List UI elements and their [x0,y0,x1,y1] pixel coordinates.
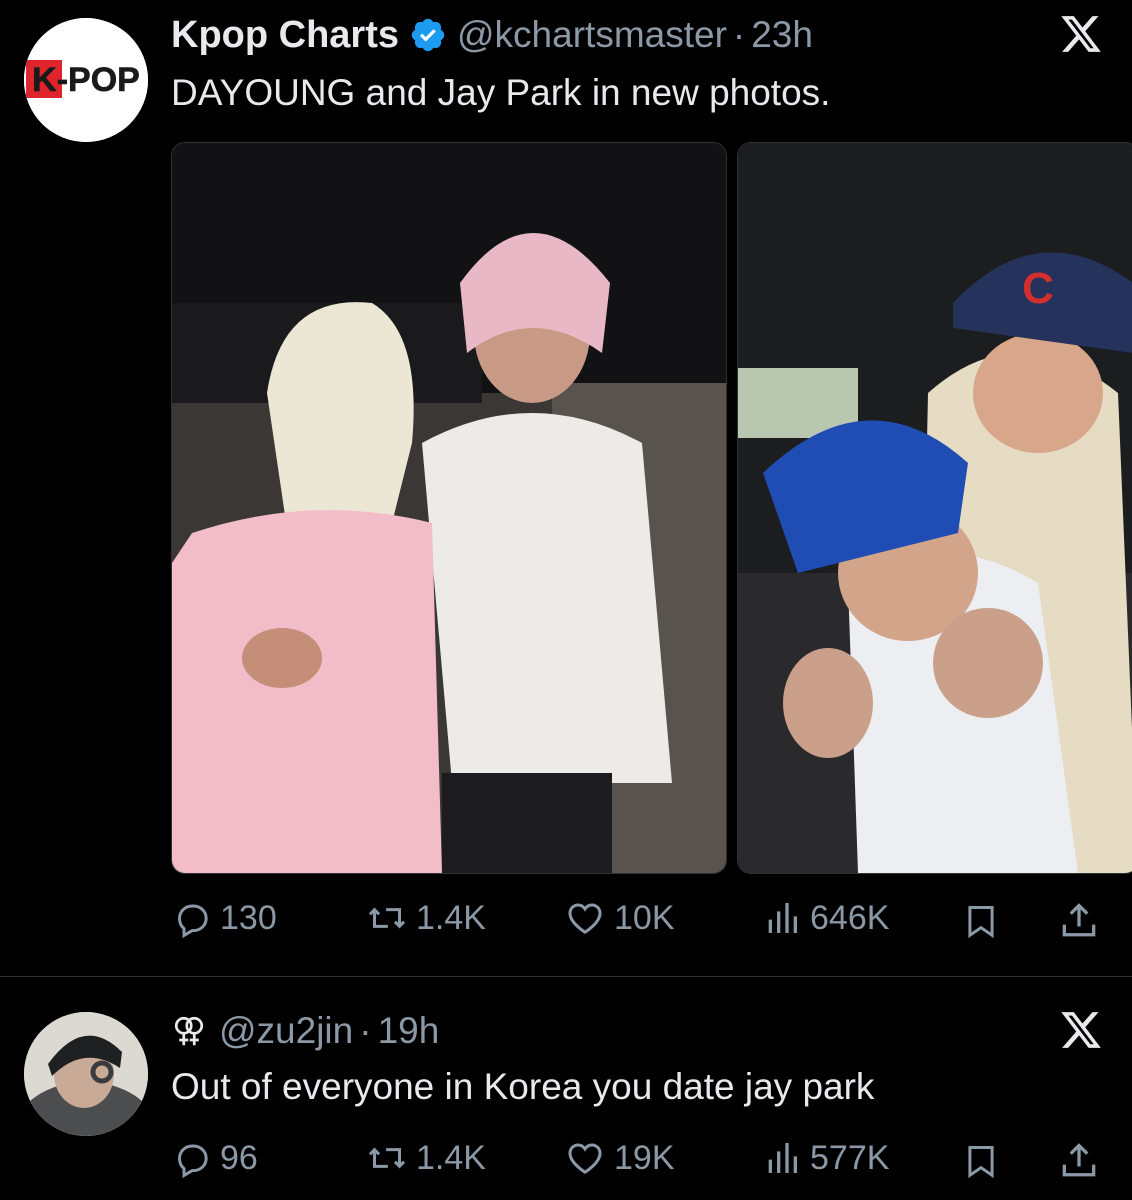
reply-icon [177,904,208,938]
reply-avatar-photo [24,1012,148,1136]
svg-text:K-POP: K-POP [32,61,140,99]
views-count: 646K [810,898,890,937]
timestamp[interactable]: 23h [751,14,813,56]
like-count: 19K [614,1138,675,1177]
repost-count: 1.4K [416,898,486,937]
author-handle[interactable]: @kchartsmaster [457,14,727,56]
reply-author-avatar[interactable] [24,1012,148,1136]
gender-symbol-icon [174,1016,204,1046]
views-count: 577K [810,1138,890,1177]
reply-text: Out of everyone in Korea you date jay pa… [171,1066,875,1107]
reply-icon [177,1144,208,1178]
tweet-divider [0,976,1132,977]
heart-icon [568,1143,602,1174]
tweet-text: DAYOUNG and Jay Park in new photos. [171,72,831,113]
share-icon[interactable] [1056,1139,1102,1183]
like-button[interactable]: 10K [564,898,675,938]
like-button[interactable]: 19K [564,1138,675,1178]
heart-icon [568,903,602,934]
repost-button[interactable]: 1.4K [366,1138,486,1178]
verified-badge-icon [411,18,445,52]
reply-count: 130 [220,898,277,937]
share-icon[interactable] [1056,899,1102,943]
dot-separator: · [732,14,746,55]
tweet-photo-2[interactable]: C [737,142,1132,874]
dot-separator: · [359,1010,372,1051]
reply-button[interactable]: 130 [172,898,277,938]
kpop-logo: K-POP [24,18,148,142]
repost-count: 1.4K [416,1138,486,1177]
repost-icon [368,907,406,929]
views-button[interactable]: 646K [762,898,889,938]
bookmark-icon[interactable] [962,901,1000,941]
tweet-header: Kpop Charts @kchartsmaster · 23h [171,12,813,58]
bookmark-icon[interactable] [962,1141,1000,1181]
author-avatar[interactable]: K-POP [24,18,148,142]
photo-couple-standing [172,143,726,873]
views-chart-icon [768,1143,797,1173]
like-count: 10K [614,898,675,937]
x-logo-icon[interactable] [1058,1008,1104,1052]
reply-header: @zu2jin · 19h [171,1008,439,1054]
svg-text:C: C [1022,264,1054,313]
reply-count: 96 [220,1138,258,1177]
reply-timestamp[interactable]: 19h [378,1010,440,1052]
reply-button[interactable]: 96 [172,1138,258,1178]
x-logo-icon[interactable] [1058,12,1104,56]
repost-icon [368,1147,406,1169]
reply-handle[interactable]: @zu2jin [219,1010,353,1052]
author-name[interactable]: Kpop Charts [171,14,399,57]
views-chart-icon [768,903,797,933]
tweet-photo-1[interactable] [171,142,727,874]
photo-caps-pose: C [738,143,1132,873]
repost-button[interactable]: 1.4K [366,898,486,938]
views-button[interactable]: 577K [762,1138,889,1178]
